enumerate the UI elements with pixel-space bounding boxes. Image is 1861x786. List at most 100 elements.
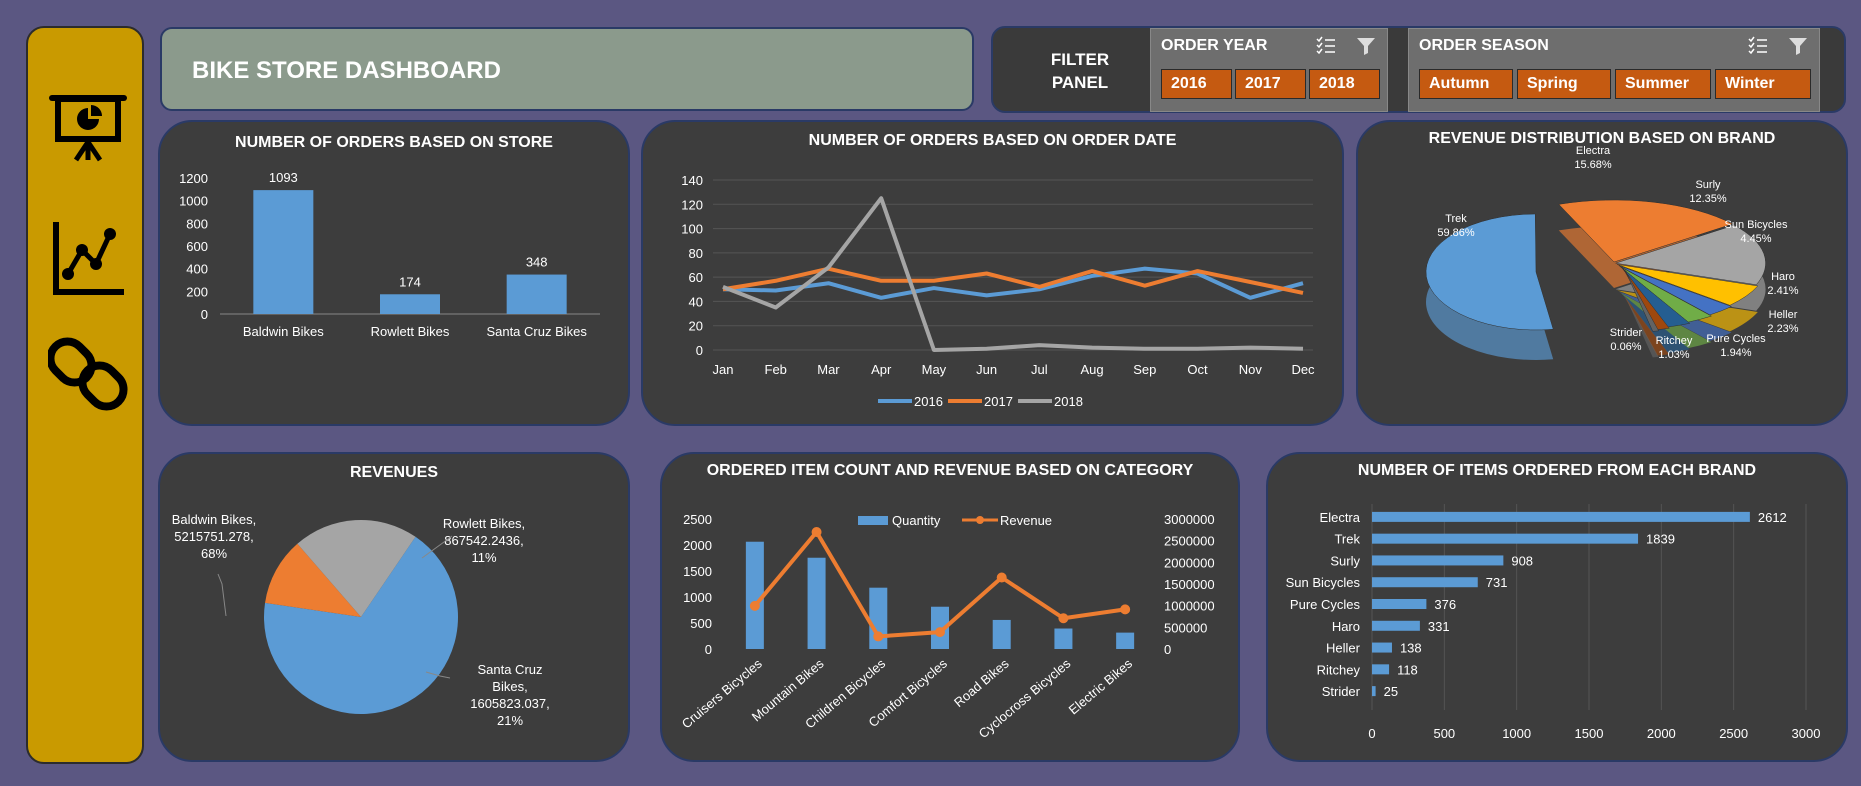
bar — [1372, 642, 1392, 653]
data-label: 25 — [1384, 684, 1398, 699]
y-tick-label-left: 2500 — [683, 512, 712, 527]
y-tick-label: 120 — [681, 197, 703, 212]
pie-data-label: 68% — [201, 546, 227, 561]
y-tick-label: 800 — [186, 216, 208, 231]
revenues-chart: Baldwin Bikes, 5215751.278, 68% Rowlett Bik… — [172, 512, 550, 728]
clear-filter-icon[interactable] — [1355, 35, 1377, 57]
slice-pct-label: 2.41% — [1767, 285, 1798, 297]
pie-data-label: Bikes, — [492, 679, 527, 694]
y-tick-label-left: 1000 — [683, 590, 712, 605]
x-tick-label: 500 — [1433, 726, 1455, 741]
items-by-brand-panel: NUMBER OF ITEMS ORDERED FROM EACH BRAND … — [1266, 452, 1848, 762]
y-tick-label: Surly — [1330, 553, 1360, 568]
slice-name-label: Trek — [1445, 213, 1467, 225]
x-tick-label: Sep — [1133, 362, 1156, 377]
clear-filter-icon[interactable] — [1787, 35, 1809, 57]
y-tick-label: Ritchey — [1317, 662, 1361, 677]
y-tick-label: 140 — [681, 173, 703, 188]
year-chip-2018[interactable]: 2018 — [1309, 69, 1380, 99]
x-tick-label: 1000 — [1502, 726, 1531, 741]
x-tick-label: Cruisers Bicycles — [679, 655, 765, 731]
line-marker — [749, 600, 760, 611]
data-label: 1093 — [269, 170, 298, 185]
slice-pct-label: 1.94% — [1720, 347, 1751, 359]
bar — [506, 274, 567, 314]
season-chip-autumn[interactable]: Autumn — [1419, 69, 1513, 99]
link-icon[interactable] — [46, 334, 128, 414]
bar — [992, 619, 1011, 649]
pie-data-label: 1605823.037, — [470, 696, 550, 711]
filter-label-line1: FILTER — [1050, 50, 1110, 69]
y-tick-label: Pure Cycles — [1290, 597, 1361, 612]
data-label: 118 — [1397, 662, 1418, 677]
multi-select-icon[interactable] — [1315, 35, 1337, 57]
slice-name-label: Heller — [1769, 309, 1798, 321]
dashboard-title: BIKE STORE DASHBOARD — [192, 57, 501, 84]
order-year-header: ORDER YEAR — [1161, 37, 1268, 54]
bar — [380, 294, 440, 314]
orders-by-date-panel: NUMBER OF ORDERS BASED ON ORDER DATE 0 20… — [641, 120, 1344, 426]
multi-select-icon[interactable] — [1747, 35, 1769, 57]
bar — [1116, 632, 1135, 649]
slice-name-label: Ritchey — [1656, 335, 1693, 347]
legend-label: Revenue — [1000, 513, 1052, 528]
category-panel: ORDERED ITEM COUNT AND REVENUE BASED ON … — [660, 452, 1240, 762]
line-chart-icon[interactable] — [48, 218, 128, 298]
year-chip-2017[interactable]: 2017 — [1235, 69, 1306, 99]
filter-label-line2: PANEL — [1051, 73, 1109, 92]
sidebar — [26, 26, 144, 764]
season-chip-summer[interactable]: Summer — [1615, 69, 1711, 99]
y-tick-label: 1200 — [179, 171, 208, 186]
x-tick-label: 0 — [1368, 726, 1375, 741]
pie-data-label: Rowlett Bikes, — [443, 516, 525, 531]
data-label: 731 — [1486, 575, 1508, 590]
revenue-by-brand-panel: REVENUE DISTRIBUTION BASED ON BRAND Trek… — [1356, 120, 1848, 426]
y-tick-label-left: 0 — [705, 642, 712, 657]
legend-label: 2016 — [914, 394, 943, 409]
y-tick-label: 600 — [186, 239, 208, 254]
slice-pct-label: 0.06% — [1610, 341, 1641, 353]
y-tick-label: Trek — [1334, 532, 1360, 547]
data-label: 348 — [526, 255, 548, 270]
y-tick-label-right: 1000000 — [1164, 599, 1215, 614]
orders-by-store-chart: 0 200 400 600 800 1000 1200 1093 Baldwin Bikes 17… — [179, 170, 600, 339]
x-tick-label: Road Bikes — [951, 655, 1012, 710]
season-chip-winter[interactable]: Winter — [1715, 69, 1811, 99]
year-chip-2016[interactable]: 2016 — [1161, 69, 1232, 99]
slice-name-label: Strider — [1610, 327, 1643, 339]
x-tick-label: Aug — [1081, 362, 1104, 377]
bar — [1372, 533, 1639, 544]
slice-pct-label: 15.68% — [1574, 159, 1612, 171]
x-tick-label: 2500 — [1719, 726, 1748, 741]
line-marker — [1058, 613, 1069, 624]
x-tick-label: May — [922, 362, 947, 377]
bar — [1054, 628, 1073, 649]
slice-name-label: Sun Bicycles — [1725, 219, 1788, 231]
legend-label: 2018 — [1054, 394, 1083, 409]
presentation-icon[interactable] — [48, 86, 128, 166]
pie-data-label: Santa Cruz — [477, 662, 542, 677]
y-tick-label: Heller — [1326, 641, 1361, 656]
x-tick-label: Rowlett Bikes — [371, 324, 450, 339]
x-tick-label: Oct — [1187, 362, 1208, 377]
x-tick-label: 3000 — [1792, 726, 1821, 741]
category-chart: 0 500 1000 1500 2000 2500 0 500000 1000000 150000… — [679, 512, 1215, 741]
bar — [1372, 577, 1478, 588]
x-tick-label: Dec — [1291, 362, 1315, 377]
data-label: 908 — [1511, 553, 1533, 568]
order-season-header: ORDER SEASON — [1419, 37, 1549, 54]
pie-data-label: 11% — [471, 550, 496, 565]
x-tick-label: Jul — [1031, 362, 1048, 377]
legend-marker — [976, 516, 984, 524]
leader-line — [217, 573, 227, 617]
slice-pct-label: 1.03% — [1658, 349, 1689, 361]
y-tick-label: 0 — [201, 307, 208, 322]
y-tick-label-left: 500 — [690, 616, 712, 631]
x-tick-label: Santa Cruz Bikes — [486, 324, 587, 339]
bar — [1372, 599, 1427, 609]
season-chip-spring[interactable]: Spring — [1517, 69, 1611, 99]
legend-label: 2017 — [984, 394, 1013, 409]
data-label: 174 — [399, 274, 421, 289]
line-marker — [873, 631, 884, 642]
items-by-brand-chart: 0 500 1000 1500 2000 2500 3000 Electra 2612 Trek 1… — [1286, 504, 1821, 741]
